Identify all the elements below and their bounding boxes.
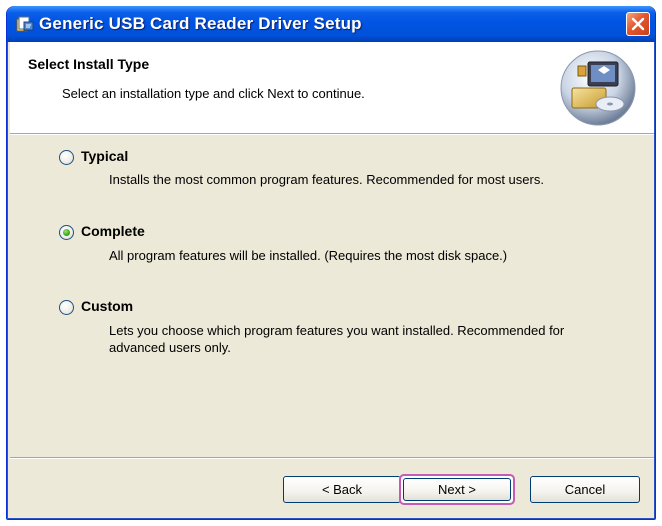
custom-label[interactable]: Custom xyxy=(81,298,133,314)
footer-separator-highlight xyxy=(10,458,654,459)
next-button-label[interactable]: Next > xyxy=(403,478,511,501)
typical-label[interactable]: Typical xyxy=(81,148,128,164)
title-bar[interactable]: Generic USB Card Reader Driver Setup xyxy=(7,6,655,42)
header-divider xyxy=(10,134,654,135)
header-panel: Select Install Type Select an installati… xyxy=(10,42,654,134)
page-subtitle: Select an installation type and click Ne… xyxy=(62,86,365,101)
setup-app-icon xyxy=(16,16,34,33)
page-title: Select Install Type xyxy=(28,56,150,72)
close-button[interactable] xyxy=(626,12,650,36)
custom-radio[interactable] xyxy=(59,300,74,315)
complete-description: All program features will be installed. … xyxy=(109,248,508,263)
next-button[interactable]: Next > xyxy=(399,474,515,505)
window-title: Generic USB Card Reader Driver Setup xyxy=(39,14,362,33)
typical-description: Installs the most common program feature… xyxy=(109,172,544,187)
back-button[interactable]: < Back xyxy=(283,476,401,503)
complete-radio[interactable] xyxy=(59,225,74,240)
cancel-button[interactable]: Cancel xyxy=(530,476,640,503)
close-icon xyxy=(631,17,645,31)
setup-dialog: Generic USB Card Reader Driver Setup Sel… xyxy=(6,6,656,520)
custom-description: Lets you choose which program features y… xyxy=(109,323,565,355)
complete-label[interactable]: Complete xyxy=(81,223,145,239)
typical-radio[interactable] xyxy=(59,150,74,165)
computer-disc-icon xyxy=(558,48,638,128)
